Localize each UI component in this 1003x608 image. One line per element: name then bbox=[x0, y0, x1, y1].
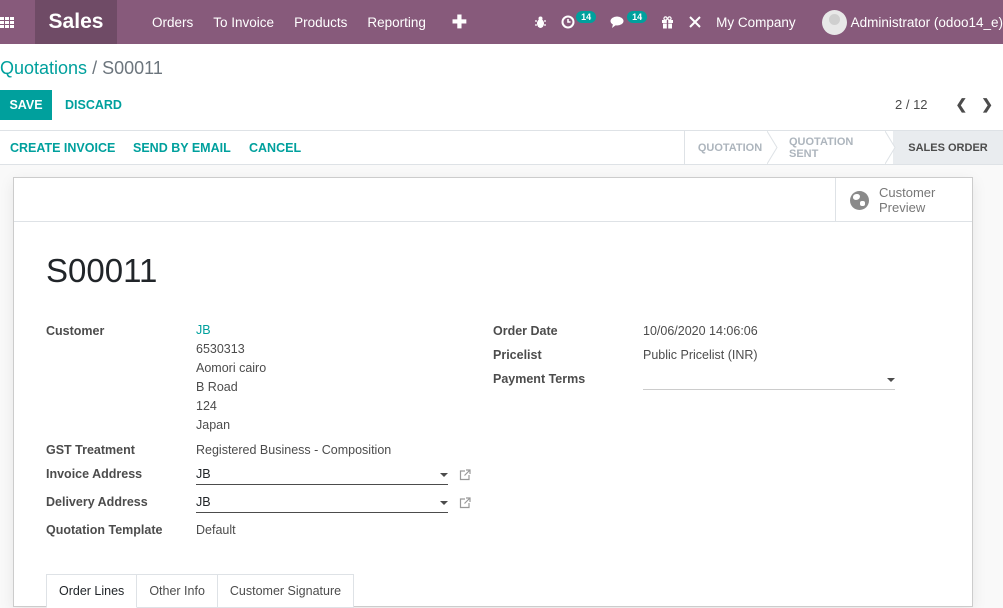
stage-separator bbox=[885, 131, 896, 164]
customer-address-line: 124 bbox=[196, 399, 217, 413]
stage-sales-order-label: SALES ORDER bbox=[908, 141, 988, 154]
menu-orders[interactable]: Orders bbox=[152, 15, 193, 30]
apps-menu-button[interactable] bbox=[0, 0, 35, 44]
breadcrumb-quotations[interactable]: Quotations bbox=[0, 58, 87, 78]
customer-preview-line2: Preview bbox=[879, 200, 926, 215]
payment-terms-label: Payment Terms bbox=[493, 372, 586, 386]
gst-treatment-value: Registered Business - Composition bbox=[196, 443, 392, 457]
notebook-tabs: Order Lines Other Info Customer Signatur… bbox=[46, 574, 355, 608]
button-box: Customer Preview bbox=[14, 178, 972, 222]
customer-address-line: Aomori cairo bbox=[196, 361, 267, 375]
activity-clock-icon[interactable]: 14 bbox=[561, 11, 597, 29]
menu-products[interactable]: Products bbox=[294, 15, 347, 30]
quotation-template-value[interactable]: Default bbox=[196, 523, 236, 537]
systray: 14 14 My Company Administrator (odoo14_e… bbox=[534, 0, 1003, 44]
messages-chat-icon[interactable]: 14 bbox=[610, 11, 648, 29]
pager-previous-icon[interactable]: ❮ bbox=[956, 96, 968, 113]
apps-grid-icon bbox=[0, 16, 14, 28]
customer-label: Customer bbox=[46, 324, 105, 338]
stage-quotation-sent[interactable]: QUOTATION SENT bbox=[775, 131, 896, 164]
breadcrumb-current: S00011 bbox=[102, 58, 163, 78]
invoice-address-label: Invoice Address bbox=[46, 467, 143, 481]
breadcrumb-separator: / bbox=[92, 58, 98, 78]
dropdown-caret-icon[interactable] bbox=[440, 473, 448, 477]
main-menu: Orders To Invoice Products Reporting ✚ bbox=[152, 12, 487, 33]
record-title: S00011 bbox=[46, 252, 158, 289]
customer-preview-label: Customer Preview bbox=[879, 185, 935, 215]
tab-customer-signature[interactable]: Customer Signature bbox=[217, 574, 355, 608]
customer-address-line: 6530313 bbox=[196, 342, 245, 356]
tools-icon[interactable] bbox=[688, 15, 702, 29]
debug-bug-icon[interactable] bbox=[534, 16, 547, 29]
customer-address-line: Japan bbox=[196, 418, 231, 432]
menu-reporting[interactable]: Reporting bbox=[367, 15, 426, 30]
customer-link[interactable]: JB bbox=[196, 321, 266, 340]
statusbar: CREATE INVOICE SEND BY EMAIL CANCEL QUOT… bbox=[0, 131, 1003, 165]
invoice-address-input[interactable]: JB bbox=[196, 463, 448, 485]
pricelist-value[interactable]: Public Pricelist (INR) bbox=[643, 348, 758, 362]
pager: 2 / 12 ❮ ❯ bbox=[895, 96, 993, 113]
payment-terms-input[interactable] bbox=[643, 368, 895, 390]
delivery-address-label: Delivery Address bbox=[46, 495, 148, 509]
dropdown-caret-icon[interactable] bbox=[887, 378, 895, 382]
stage-quotation[interactable]: QUOTATION bbox=[685, 131, 778, 164]
breadcrumb: Quotations / S00011 bbox=[0, 58, 163, 79]
send-by-email-button[interactable]: SEND BY EMAIL bbox=[133, 131, 231, 164]
gst-treatment-label: GST Treatment bbox=[46, 443, 135, 457]
messages-badge: 14 bbox=[627, 11, 648, 23]
pager-value[interactable]: 2 / 12 bbox=[895, 97, 928, 112]
form-sheet: Customer Preview S00011 Customer JB 6530… bbox=[13, 177, 973, 608]
order-date-label: Order Date bbox=[493, 324, 558, 338]
stage-quotation-label: QUOTATION bbox=[697, 141, 763, 154]
customer-preview-button[interactable]: Customer Preview bbox=[835, 178, 972, 222]
create-invoice-button[interactable]: CREATE INVOICE bbox=[10, 131, 115, 164]
discard-button[interactable]: DISCARD bbox=[65, 90, 122, 120]
stage-sales-order[interactable]: SALES ORDER bbox=[893, 131, 1003, 164]
tab-other-info[interactable]: Other Info bbox=[137, 574, 218, 608]
delivery-address-value: JB bbox=[196, 495, 211, 509]
stage-quotation-sent-label: QUOTATION SENT bbox=[789, 135, 854, 160]
customer-address-line: B Road bbox=[196, 380, 238, 394]
plus-icon[interactable]: ✚ bbox=[452, 12, 467, 33]
quotation-template-label: Quotation Template bbox=[46, 523, 163, 537]
gift-icon[interactable] bbox=[661, 15, 674, 29]
globe-icon bbox=[850, 190, 869, 210]
cancel-button[interactable]: CANCEL bbox=[249, 131, 301, 164]
invoice-address-value: JB bbox=[196, 467, 211, 481]
pricelist-label: Pricelist bbox=[493, 348, 542, 362]
tab-order-lines[interactable]: Order Lines bbox=[46, 574, 138, 608]
customer-field: JB 6530313 Aomori cairo B Road 124 Japan bbox=[196, 321, 266, 435]
company-switcher[interactable]: My Company bbox=[716, 15, 796, 30]
save-button[interactable]: SAVE bbox=[0, 90, 52, 120]
menu-to-invoice[interactable]: To Invoice bbox=[213, 15, 274, 30]
avatar bbox=[821, 9, 847, 35]
customer-preview-line1: Customer bbox=[879, 185, 936, 200]
stage-separator bbox=[767, 131, 778, 164]
external-link-icon[interactable] bbox=[459, 469, 471, 481]
user-name: Administrator (odoo14_e) bbox=[850, 14, 1003, 30]
app-brand[interactable]: Sales bbox=[35, 0, 117, 44]
stage-pipeline: QUOTATION QUOTATION SENT SALES ORDER bbox=[684, 131, 1003, 164]
delivery-address-input[interactable]: JB bbox=[196, 491, 448, 513]
dropdown-caret-icon[interactable] bbox=[440, 501, 448, 505]
user-menu[interactable]: Administrator (odoo14_e) bbox=[821, 9, 1003, 35]
control-panel: Quotations / S00011 SAVE DISCARD 2 / 12 … bbox=[0, 44, 1003, 131]
top-navbar: Sales Orders To Invoice Products Reporti… bbox=[0, 0, 1003, 44]
order-date-value[interactable]: 10/06/2020 14:06:06 bbox=[643, 324, 758, 338]
activity-badge: 14 bbox=[576, 11, 597, 23]
external-link-icon[interactable] bbox=[459, 497, 471, 509]
pager-next-icon[interactable]: ❯ bbox=[981, 96, 993, 113]
